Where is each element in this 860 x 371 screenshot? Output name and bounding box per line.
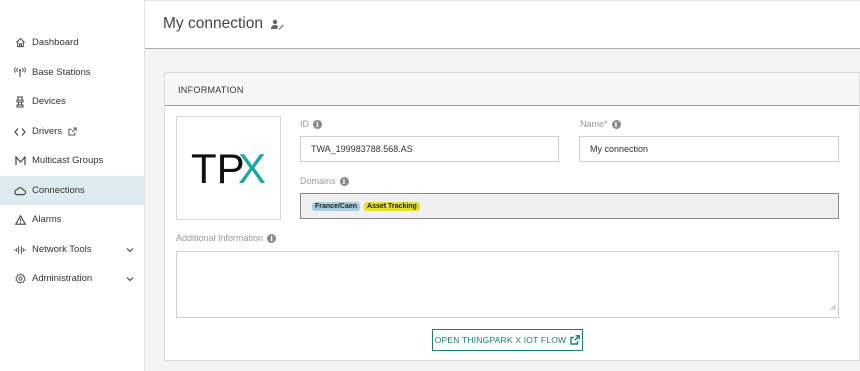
- logo-text-dark: TP: [191, 148, 245, 188]
- multicast-icon: [14, 155, 26, 167]
- information-card: INFORMATION TP X ID i TWA_199983788.568.…: [164, 72, 860, 361]
- page-title: My connection: [163, 15, 284, 33]
- user-edit-icon[interactable]: [270, 19, 284, 30]
- additional-info-label: Additional Information i: [176, 233, 277, 243]
- card-header: INFORMATION: [165, 73, 859, 106]
- id-label: ID i: [300, 119, 322, 129]
- domain-chip[interactable]: France/Caen: [312, 201, 361, 211]
- code-icon: [14, 126, 26, 138]
- info-icon[interactable]: i: [267, 233, 277, 243]
- sidebar-item-devices[interactable]: Devices: [0, 87, 144, 116]
- tpx-logo: TP X: [176, 116, 281, 220]
- additional-info-textarea[interactable]: [176, 251, 839, 318]
- sidebar-item-label: Drivers: [32, 126, 63, 137]
- sidebar-item-label: Alarms: [32, 214, 62, 225]
- sidebar-item-base-stations[interactable]: Base Stations: [0, 58, 144, 87]
- sidebar-item-label: Base Stations: [32, 67, 91, 78]
- device-icon: [14, 96, 26, 108]
- info-icon[interactable]: i: [313, 119, 322, 129]
- name-label: Name* i: [580, 119, 621, 129]
- sidebar: Dashboard Base Stations Devices Drivers …: [0, 0, 145, 371]
- domains-label: Domains i: [300, 176, 349, 186]
- sidebar-item-network-tools[interactable]: Network Tools: [0, 235, 144, 264]
- external-link-icon: [68, 127, 77, 136]
- info-icon[interactable]: i: [339, 176, 349, 186]
- info-icon[interactable]: i: [611, 119, 621, 129]
- signal-icon: [14, 244, 26, 256]
- page-title-text: My connection: [163, 15, 263, 32]
- sidebar-item-administration[interactable]: Administration: [0, 264, 144, 293]
- chevron-down-icon[interactable]: [126, 245, 134, 256]
- sidebar-item-connections[interactable]: Connections: [0, 176, 144, 205]
- sidebar-item-label: Administration: [32, 273, 93, 284]
- sidebar-item-label: Network Tools: [32, 244, 92, 255]
- sidebar-item-label: Dashboard: [32, 37, 79, 48]
- page-header: My connection: [145, 0, 860, 49]
- sidebar-item-dashboard[interactable]: Dashboard: [0, 28, 144, 57]
- settings-icon: [14, 273, 26, 285]
- logo-text-accent: X: [238, 148, 266, 188]
- main-content: My connection INFORMATION TP X ID i TWA_…: [145, 0, 860, 371]
- external-link-icon: [570, 335, 581, 345]
- sidebar-item-drivers[interactable]: Drivers: [0, 117, 144, 146]
- sidebar-item-multicast-groups[interactable]: Multicast Groups: [0, 146, 144, 175]
- card-header-title: INFORMATION: [178, 85, 244, 95]
- resize-handle-icon[interactable]: [830, 297, 836, 315]
- sidebar-item-label: Devices: [32, 96, 66, 107]
- chevron-down-icon[interactable]: [126, 274, 134, 285]
- home-icon: [14, 37, 26, 49]
- warning-icon: [14, 214, 26, 226]
- antenna-icon: [14, 67, 26, 79]
- open-thingpark-flow-button[interactable]: OPEN THINGPARK X IOT FLOW: [432, 329, 583, 351]
- sidebar-item-label: Multicast Groups: [32, 155, 104, 166]
- id-field[interactable]: TWA_199983788.568.AS: [300, 136, 559, 162]
- sidebar-item-label: Connections: [32, 185, 85, 196]
- domain-chip[interactable]: Asset Tracking: [364, 201, 420, 211]
- domains-field[interactable]: France/Caen Asset Tracking: [300, 193, 839, 219]
- name-field[interactable]: My connection: [579, 136, 839, 162]
- sidebar-item-alarms[interactable]: Alarms: [0, 205, 144, 234]
- cloud-icon: [14, 185, 26, 197]
